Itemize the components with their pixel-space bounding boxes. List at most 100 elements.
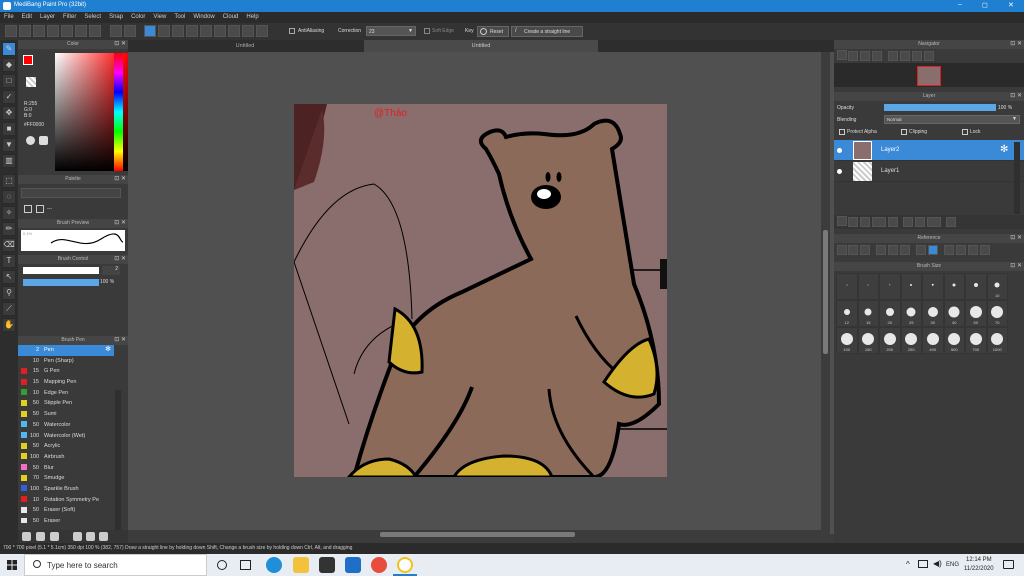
brush-folder-icon[interactable]	[86, 532, 95, 541]
eraser-tool-icon[interactable]: ◆	[2, 58, 16, 72]
divide-tool-icon[interactable]: ⟋	[2, 302, 16, 316]
select-pen-icon[interactable]: ✏	[2, 222, 16, 236]
grid-icon[interactable]	[75, 25, 87, 37]
brush-item[interactable]: 50 Stipple Pen	[18, 398, 114, 409]
brush-item[interactable]: 10 Edge Pen	[18, 388, 114, 399]
brush-size-cell[interactable]: 50	[965, 300, 987, 327]
comic-icon[interactable]	[61, 25, 73, 37]
network-icon[interactable]	[918, 560, 928, 568]
brush-item[interactable]: 50 Eraser (Soft)	[18, 505, 114, 516]
brush-size-cell[interactable]: 200	[879, 327, 901, 354]
task-view-icon[interactable]	[240, 560, 251, 570]
menu-tool[interactable]: Tool	[170, 12, 189, 22]
rotate-left-icon[interactable]	[944, 245, 954, 255]
close-button[interactable]: ✕	[1008, 1, 1014, 9]
check-tool-icon[interactable]: ✓	[2, 90, 16, 104]
taskbar-search[interactable]: Type here to search	[24, 554, 207, 576]
panel-controls-icon[interactable]: ⊡ ✕	[114, 40, 126, 49]
primary-color-swatch[interactable]	[23, 55, 33, 65]
brush-item[interactable]: 100 Sparkle Brush	[18, 484, 114, 495]
menu-filter[interactable]: Filter	[59, 12, 80, 22]
flip-icon[interactable]	[924, 51, 934, 61]
color-history-icon[interactable]	[39, 136, 48, 145]
color-mode-icon[interactable]	[26, 136, 35, 145]
brush-item[interactable]: 100 Watercolor (Wet)	[18, 431, 114, 442]
correction-select[interactable]: 23 ▼	[366, 26, 416, 36]
menu-color[interactable]: Color	[127, 12, 149, 22]
lasso-tool-icon[interactable]: ◌	[2, 190, 16, 204]
gear-icon[interactable]: ✻	[105, 345, 111, 356]
brush-tool-icon[interactable]: ✎	[2, 42, 16, 56]
layer-down-icon[interactable]	[915, 217, 925, 227]
rotate-right-icon[interactable]	[912, 51, 922, 61]
brush-size-cell[interactable]: 400	[922, 327, 944, 354]
soft-edge-checkbox[interactable]	[424, 28, 430, 34]
rect-tool-icon[interactable]: □	[2, 74, 16, 88]
panel-controls-icon[interactable]: ⊡ ✕	[114, 219, 126, 228]
clock-date[interactable]: 11/22/2020	[964, 566, 994, 572]
medibang-icon[interactable]	[397, 557, 413, 573]
open-icon[interactable]	[33, 25, 45, 37]
snap-radial-icon[interactable]	[200, 25, 213, 37]
brush-size-cell[interactable]: 700	[965, 327, 987, 354]
snap-cross-icon[interactable]	[172, 25, 185, 37]
gear-icon[interactable]: ✻	[1000, 144, 1008, 155]
store-icon[interactable]	[319, 557, 335, 573]
eyedropper-icon[interactable]: ⚲	[2, 286, 16, 300]
fit-icon[interactable]	[888, 245, 898, 255]
file-explorer-icon[interactable]	[293, 557, 309, 573]
reference-open-icon[interactable]	[848, 245, 858, 255]
brush-menu-icon[interactable]	[50, 532, 59, 541]
cloud-open-icon[interactable]	[837, 245, 847, 255]
brush-size-value[interactable]: 2	[102, 266, 120, 275]
gradient-tool-icon[interactable]: ▥	[2, 154, 16, 168]
rotate-left-icon[interactable]	[888, 51, 898, 61]
tab-untitled-2[interactable]: Untitled	[364, 40, 598, 52]
cloud-icon[interactable]	[5, 25, 17, 37]
zoom-out-icon[interactable]	[900, 245, 910, 255]
brush-item[interactable]: 10 Pen (Sharp)	[18, 356, 114, 367]
snap-vanish-icon[interactable]	[186, 25, 199, 37]
menu-snap[interactable]: Snap	[105, 12, 127, 22]
snap-parallel-icon[interactable]	[158, 25, 171, 37]
panel-controls-icon[interactable]: ⊡ ✕	[114, 175, 126, 184]
palette-add-icon[interactable]	[24, 205, 32, 213]
palette-list[interactable]	[21, 188, 121, 198]
operation-tool-icon[interactable]: ↖	[2, 270, 16, 284]
canvas-area[interactable]: @Thảo	[128, 52, 834, 539]
minimize-button[interactable]: –	[958, 1, 962, 8]
brush-size-cell[interactable]	[900, 273, 922, 300]
menu-edit[interactable]: Edit	[18, 12, 36, 22]
panel-controls-icon[interactable]: ⊡ ✕	[1010, 262, 1022, 271]
snap-curve-icon[interactable]	[228, 25, 241, 37]
layout-icon[interactable]	[89, 25, 101, 37]
chrome-icon[interactable]	[371, 557, 387, 573]
snap-off-icon[interactable]	[144, 25, 157, 37]
menu-layer[interactable]: Layer	[36, 12, 59, 22]
rotate-right-icon[interactable]	[968, 245, 978, 255]
mail-icon[interactable]	[345, 557, 361, 573]
layer-row-layer2[interactable]: Layer2 ✻	[834, 140, 1024, 161]
brush-item[interactable]: 50 Watercolor	[18, 420, 114, 431]
panel-controls-icon[interactable]: ⊡ ✕	[114, 255, 126, 264]
zoom-out-icon[interactable]	[848, 51, 858, 61]
antialiasing-checkbox[interactable]	[289, 28, 295, 34]
select-tool-icon[interactable]: ⬚	[2, 174, 16, 188]
rotate-reset-icon[interactable]	[900, 51, 910, 61]
palette-menu[interactable]: ---	[47, 206, 52, 212]
brush-size-cell[interactable]	[836, 273, 858, 300]
layer-list-scrollbar[interactable]	[1014, 142, 1020, 214]
delete-layer-icon[interactable]	[946, 217, 956, 227]
add-layer-menu-icon[interactable]	[872, 217, 886, 227]
brush-size-cell[interactable]: 150	[857, 327, 879, 354]
brush-delete-icon[interactable]	[99, 532, 108, 541]
lock-checkbox[interactable]	[962, 129, 968, 135]
transparent-swatch[interactable]	[26, 77, 36, 87]
maximize-button[interactable]: ◻	[982, 1, 988, 9]
brush-settings-icon[interactable]	[36, 532, 45, 541]
edge-icon[interactable]	[266, 557, 282, 573]
brush-opacity-slider[interactable]	[23, 279, 99, 286]
vertical-scroll-thumb[interactable]	[823, 230, 828, 354]
menu-view[interactable]: View	[149, 12, 170, 22]
brush-item[interactable]: 15 Mapping Pen	[18, 377, 114, 388]
